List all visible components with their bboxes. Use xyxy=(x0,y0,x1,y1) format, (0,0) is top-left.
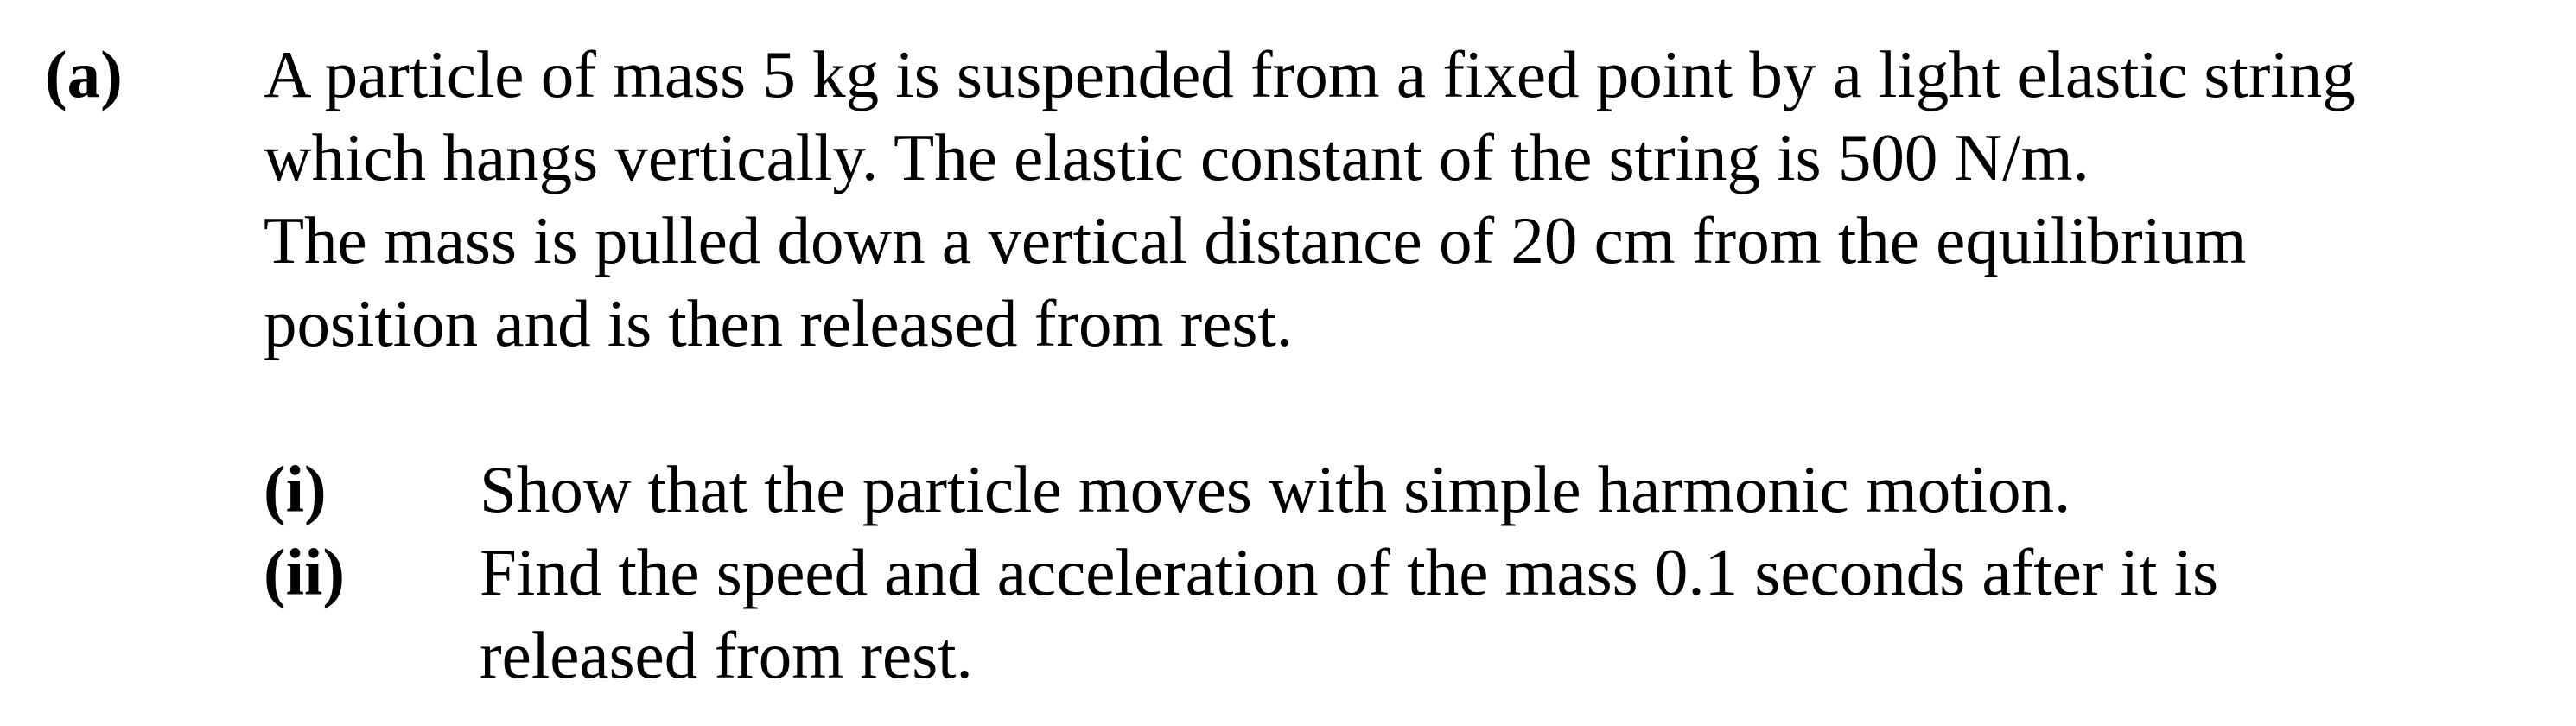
stem-line-3: The mass is pulled down a vertical dista… xyxy=(264,203,2247,277)
subpart-label-ii: (ii) xyxy=(264,535,346,609)
stem-line-2: which hangs vertically. The elastic cons… xyxy=(264,120,2089,194)
subpart-ii-line-1: Find the speed and acceleration of the m… xyxy=(480,535,2219,609)
part-label: (a) xyxy=(45,37,123,111)
stem-line-4: position and is then released from rest. xyxy=(264,286,1294,360)
subpart-ii-line-2: released from rest. xyxy=(480,618,973,692)
subpart-label-i: (i) xyxy=(264,452,327,526)
subpart-i-line-1: Show that the particle moves with simple… xyxy=(480,452,2071,526)
stem-line-1: A particle of mass 5 kg is suspended fro… xyxy=(264,37,2356,111)
